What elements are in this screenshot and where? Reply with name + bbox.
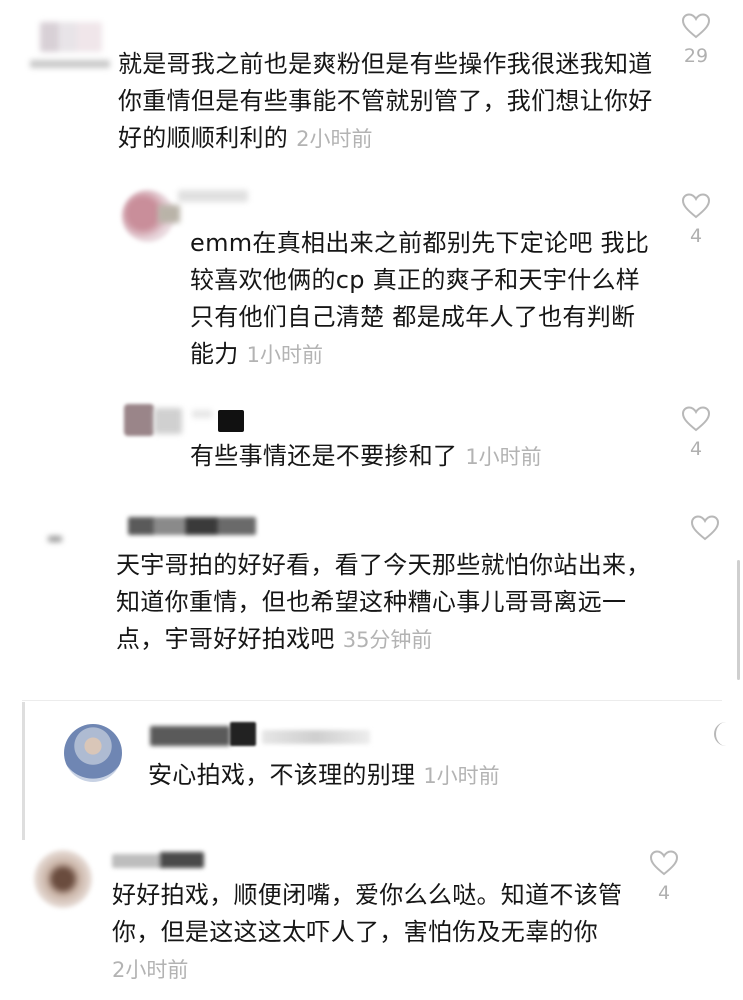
like-count: 29	[683, 45, 709, 67]
comment-line: 你，但是这这这太吓人了，害怕伤及无辜的你	[112, 918, 598, 946]
heart-outline-icon[interactable]	[690, 514, 720, 542]
heart-outline-icon[interactable]	[681, 12, 711, 40]
username-redacted[interactable]	[192, 410, 212, 418]
username-redacted[interactable]	[158, 205, 180, 223]
comment-line: 较喜欢他俩的cp 真正的爽子和天宇什么样	[190, 266, 641, 294]
comment-1-text: 就是哥我之前也是爽粉但是有些操作我很迷我知道 你重情但是有些事能不管就别管了，我…	[118, 46, 678, 158]
username-redacted[interactable]	[128, 517, 256, 535]
comment-time: 1小时前	[423, 764, 500, 788]
avatar[interactable]	[124, 404, 154, 436]
divider	[22, 700, 722, 701]
comment-line: 知道你重情，但也希望这种糟心事儿哥哥离远一	[116, 588, 627, 616]
comment-line: emm在真相出来之前都别先下定论吧 我比	[190, 229, 650, 257]
heart-outline-icon[interactable]	[681, 405, 711, 433]
avatar-redacted	[154, 408, 182, 434]
username-redacted[interactable]	[178, 190, 248, 202]
heart-outline-icon[interactable]	[649, 849, 679, 877]
comment-line: 点，宇哥好好拍戏吧 35分钟前	[116, 625, 433, 653]
comment-line: 天宇哥拍的好好看，看了今天那些就怕你站出来，	[116, 551, 651, 579]
comment-line: 能力 1小时前	[190, 340, 323, 368]
comment-2-text: emm在真相出来之前都别先下定论吧 我比 较喜欢他俩的cp 真正的爽子和天宇什么…	[190, 225, 660, 374]
divider	[22, 702, 25, 840]
username-redacted[interactable]	[30, 60, 110, 68]
username-redacted[interactable]	[150, 726, 230, 746]
comment-time: 1小时前	[246, 343, 323, 367]
comment-4-text: 天宇哥拍的好好看，看了今天那些就怕你站出来， 知道你重情，但也希望这种糟心事儿哥…	[116, 547, 696, 659]
comment-line: 好的顺顺利利的 2小时前	[118, 124, 373, 152]
avatar-redacted[interactable]	[48, 536, 62, 542]
avatar[interactable]	[34, 850, 92, 908]
comment-time: 35分钟前	[342, 628, 433, 652]
comment-3-text: 有些事情还是不要掺和了 1小时前	[190, 438, 660, 476]
comment-line: 有些事情还是不要掺和了 1小时前	[190, 442, 542, 470]
avatar[interactable]	[64, 724, 122, 782]
like-count: 4	[689, 225, 703, 247]
username-redacted[interactable]	[262, 730, 370, 744]
username-redacted[interactable]	[160, 852, 204, 868]
username-redacted[interactable]	[218, 410, 244, 432]
user-avatar-redacted[interactable]	[40, 22, 102, 52]
comment-line: 就是哥我之前也是爽粉但是有些操作我很迷我知道	[118, 50, 653, 78]
username-redacted[interactable]	[230, 722, 256, 746]
comment-line: 2小时前	[112, 951, 652, 989]
comment-6-text: 好好拍戏，顺便闭嘴，爱你么么哒。知道不该管 你，但是这这这太吓人了，害怕伤及无辜…	[112, 877, 652, 989]
comment-line: 好好拍戏，顺便闭嘴，爱你么么哒。知道不该管	[112, 881, 623, 909]
comment-line: 安心拍戏，不该理的别理 1小时前	[148, 761, 500, 789]
comment-line: 你重情但是有些事能不管就别管了，我们想让你好	[118, 87, 653, 115]
username-redacted[interactable]	[112, 854, 162, 868]
comment-time: 2小时前	[296, 127, 373, 151]
comment-5-text: 安心拍戏，不该理的别理 1小时前	[148, 757, 668, 795]
comment-time: 1小时前	[465, 445, 542, 469]
heart-partial-icon[interactable]	[714, 722, 728, 746]
like-count: 4	[657, 882, 671, 904]
heart-outline-icon[interactable]	[681, 192, 711, 220]
comment-line: 只有他们自己清楚 都是成年人了也有判断	[190, 303, 636, 331]
scrollbar[interactable]	[737, 560, 740, 680]
comment-time: 2小时前	[112, 958, 189, 982]
like-count: 4	[689, 438, 703, 460]
